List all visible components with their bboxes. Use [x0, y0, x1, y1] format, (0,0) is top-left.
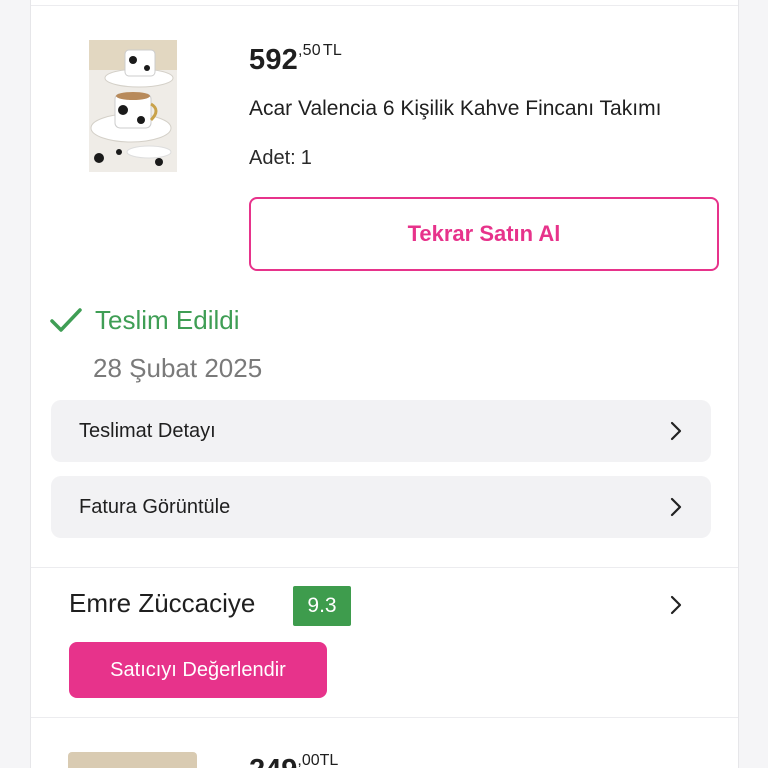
rate-seller-button[interactable]: Satıcıyı Değerlendir: [69, 642, 327, 698]
delivery-status-text: Teslim Edildi: [95, 305, 240, 335]
buy-again-button[interactable]: Tekrar Satın Al: [249, 197, 719, 271]
delivery-status: Teslim Edildi: [49, 305, 240, 336]
invoice-view-label: Fatura Görüntüle: [79, 495, 231, 518]
chevron-right-icon[interactable]: [669, 595, 683, 615]
order-card: 592,50 TL Acar Valencia 6 Kişilik Kahve F…: [30, 0, 739, 768]
price-fraction: ,00: [297, 752, 320, 768]
price-fraction: ,50: [298, 42, 321, 59]
product-price: 592,50 TL: [249, 42, 342, 77]
delivery-detail-row[interactable]: Teslimat Detayı: [51, 400, 711, 462]
divider: [31, 717, 738, 718]
price-currency: TL: [322, 42, 342, 59]
chevron-right-icon: [670, 497, 682, 517]
price-main: 249: [249, 754, 297, 768]
delivery-detail-label: Teslimat Detayı: [79, 419, 216, 442]
product-price: 249,00TL: [249, 752, 338, 768]
product-image[interactable]: [89, 40, 177, 172]
divider: [31, 5, 738, 6]
price-currency: TL: [319, 752, 339, 768]
price-main: 592: [249, 44, 298, 76]
product-title[interactable]: Acar Valencia 6 Kişilik Kahve Fincanı Ta…: [249, 97, 719, 121]
invoice-view-row[interactable]: Fatura Görüntüle: [51, 476, 711, 538]
seller-name[interactable]: Emre Züccaciye: [69, 588, 255, 619]
checkmark-icon: [50, 307, 82, 332]
quantity-label: Adet:: [249, 147, 296, 169]
chevron-right-icon: [670, 421, 682, 441]
quantity-value: 1: [300, 147, 312, 169]
seller-score-badge: 9.3: [293, 586, 351, 626]
product-image[interactable]: [68, 752, 197, 768]
product-quantity: Adet: 1: [249, 147, 312, 170]
delivery-date: 28 Şubat 2025: [93, 353, 263, 383]
divider: [31, 567, 738, 568]
